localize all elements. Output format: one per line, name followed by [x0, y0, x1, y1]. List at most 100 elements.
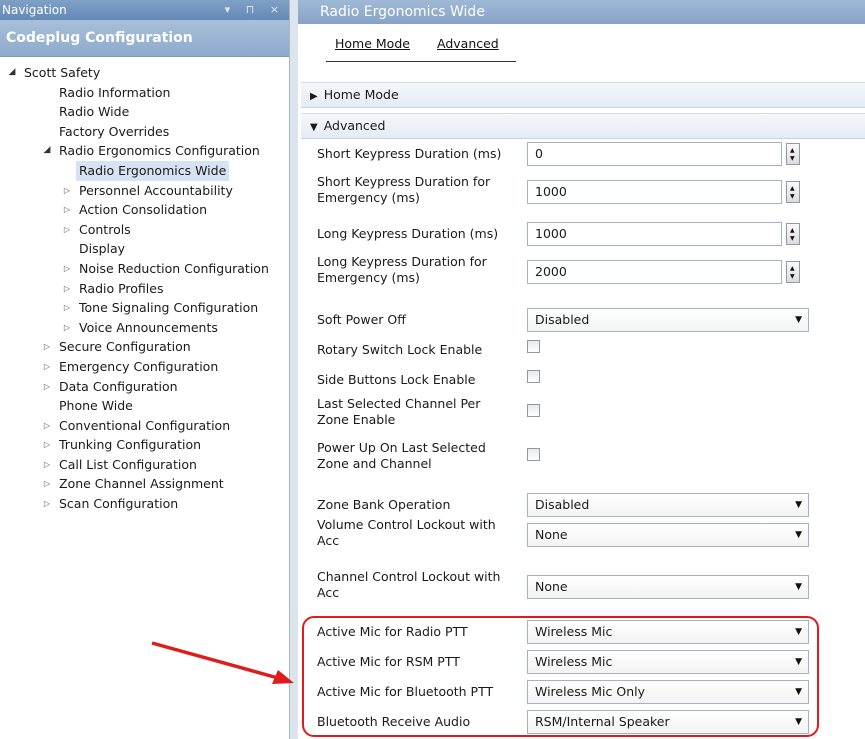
spin-down-icon[interactable]: ▼ — [790, 236, 795, 242]
tree-item-label: Scott Safety — [24, 65, 101, 80]
numeric-input[interactable]: 1000 — [527, 180, 782, 204]
dropdown-value: Disabled — [535, 497, 590, 512]
tree-item[interactable]: ◢ Radio Ergonomics Configuration — [0, 141, 289, 161]
navigation-panel: Navigation ▾ ⊓ × Codeplug Configuration … — [0, 0, 290, 739]
tab-advanced[interactable]: Advanced — [437, 36, 499, 51]
numeric-input[interactable]: 0 — [527, 142, 782, 166]
dropdown-arrow-icon[interactable]: ▼ — [795, 524, 802, 546]
collapsed-arrow-icon[interactable]: ▷ — [62, 220, 72, 240]
dropdown-arrow-icon[interactable]: ▼ — [795, 494, 802, 516]
navigation-tree: ◢ Scott Safety Radio Information Radio Wide… — [0, 57, 289, 514]
spin-button[interactable]: ▲ ▼ — [786, 143, 800, 165]
dropdown[interactable]: Disabled ▼ — [527, 493, 809, 517]
tree-item[interactable]: ▷ Personnel Accountability — [0, 181, 289, 201]
collapsed-arrow-icon[interactable]: ▷ — [42, 435, 52, 455]
navigation-titlebar: Navigation ▾ ⊓ × — [0, 0, 289, 20]
collapsed-arrow-icon[interactable]: ▷ — [62, 279, 72, 299]
spin-button[interactable]: ▲ ▼ — [786, 223, 800, 245]
collapsed-arrow-icon[interactable]: ▷ — [42, 494, 52, 514]
spin-button[interactable]: ▲ ▼ — [786, 181, 800, 203]
tree-item[interactable]: ▷ Zone Channel Assignment — [0, 474, 289, 494]
codeplug-header: Codeplug Configuration — [0, 20, 289, 57]
collapsed-arrow-icon[interactable]: ▷ — [42, 455, 52, 475]
field-label: Zone Bank Operation — [317, 497, 451, 512]
collapsed-arrow-icon[interactable]: ▷ — [42, 337, 52, 357]
checkbox[interactable] — [527, 370, 540, 383]
tree-item[interactable]: ▷ Voice Announcements — [0, 318, 289, 338]
spin-down-icon[interactable]: ▼ — [790, 156, 795, 162]
spin-up-icon[interactable]: ▲ — [790, 228, 795, 234]
tree-item[interactable]: ▷ Emergency Configuration — [0, 357, 289, 377]
tree-item[interactable]: Factory Overrides — [0, 122, 289, 142]
tree-item[interactable]: ▷ Noise Reduction Configuration — [0, 259, 289, 279]
tree-item[interactable]: ▷ Radio Profiles — [0, 279, 289, 299]
spin-up-icon[interactable]: ▲ — [790, 266, 795, 272]
field-label: Rotary Switch Lock Enable — [317, 342, 483, 357]
collapsed-arrow-icon[interactable]: ▷ — [62, 181, 72, 201]
checkbox[interactable] — [527, 404, 540, 417]
dropdown-arrow-icon[interactable]: ▼ — [795, 576, 802, 598]
dropdown[interactable]: Disabled ▼ — [527, 308, 809, 332]
collapsed-arrow-icon[interactable]: ▷ — [42, 357, 52, 377]
collapsed-arrow-icon[interactable]: ▷ — [42, 474, 52, 494]
tree-item[interactable]: ◢ Scott Safety — [0, 63, 289, 83]
tree-item[interactable]: ▷ Scan Configuration — [0, 494, 289, 514]
dropdown[interactable]: None ▼ — [527, 575, 809, 599]
collapsed-arrow-icon[interactable]: ▷ — [42, 416, 52, 436]
tree-item[interactable]: ▷ Call List Configuration — [0, 455, 289, 475]
spin-up-icon[interactable]: ▲ — [790, 148, 795, 154]
tree-item[interactable]: ▷ Trunking Configuration — [0, 435, 289, 455]
field-label: Long Keypress Duration for Emergency (ms… — [317, 254, 487, 285]
tree-item[interactable]: Radio Information — [0, 83, 289, 103]
tree-item[interactable]: ▷ Tone Signaling Configuration — [0, 298, 289, 318]
collapsed-arrow-icon[interactable]: ▷ — [62, 200, 72, 220]
field-label: Last Selected Channel Per Zone Enable — [317, 396, 481, 427]
collapsed-arrow-icon[interactable]: ▷ — [62, 259, 72, 279]
collapsed-arrow-icon[interactable]: ▷ — [62, 318, 72, 338]
tree-item[interactable]: ▷ Controls — [0, 220, 289, 240]
section-advanced[interactable]: ▼ Advanced — [301, 113, 865, 139]
navigation-title: Navigation — [2, 3, 67, 17]
numeric-input[interactable]: 1000 — [527, 222, 782, 246]
tree-item-label: Conventional Configuration — [59, 417, 231, 433]
panel-window-buttons[interactable]: ▾ ⊓ × — [225, 0, 285, 20]
spin-up-icon[interactable]: ▲ — [790, 186, 795, 192]
tree-item[interactable]: ▷ Secure Configuration — [0, 337, 289, 357]
tree-item[interactable]: Radio Wide — [0, 102, 289, 122]
dropdown-arrow-icon[interactable]: ▼ — [795, 309, 802, 331]
tree-item[interactable]: Phone Wide — [0, 396, 289, 416]
dropdown-value: Disabled — [535, 312, 590, 327]
spin-down-icon[interactable]: ▼ — [790, 274, 795, 280]
tree-item[interactable]: ▷ Conventional Configuration — [0, 416, 289, 436]
field-label: Power Up On Last Selected Zone and Chann… — [317, 440, 486, 471]
tree-item-label: Action Consolidation — [79, 202, 208, 218]
field-label: Volume Control Lockout with Acc — [317, 517, 496, 548]
spin-down-icon[interactable]: ▼ — [790, 194, 795, 200]
tree-item[interactable]: ▷ Data Configuration — [0, 377, 289, 397]
collapsed-arrow-icon[interactable]: ▷ — [62, 298, 72, 318]
tree-item-label: Zone Channel Assignment — [59, 476, 224, 492]
tree-item-label: Radio Ergonomics Configuration — [59, 143, 260, 159]
panel-splitter[interactable] — [290, 0, 298, 739]
spin-button[interactable]: ▲ ▼ — [786, 261, 800, 283]
tree-item-label: Scan Configuration — [59, 496, 179, 512]
tree-item[interactable]: ▷ Action Consolidation — [0, 200, 289, 220]
tree-item[interactable]: Radio Ergonomics Wide — [0, 160, 289, 181]
numeric-input[interactable]: 2000 — [527, 260, 782, 284]
tree-item-label: Call List Configuration — [59, 456, 197, 472]
tree-item[interactable]: Display — [0, 239, 289, 259]
dropdown[interactable]: None ▼ — [527, 523, 809, 547]
tree-item-label: Personnel Accountability — [79, 182, 233, 198]
pointer-arrow-icon — [151, 641, 294, 684]
tab-home-mode[interactable]: Home Mode — [335, 36, 410, 51]
tree-item-label: Data Configuration — [59, 378, 178, 394]
tree-item-label: Factory Overrides — [59, 123, 170, 139]
checkbox[interactable] — [527, 340, 540, 353]
collapsed-arrow-icon[interactable]: ▷ — [42, 377, 52, 397]
expanded-arrow-icon[interactable]: ◢ — [42, 141, 52, 161]
checkbox[interactable] — [527, 448, 540, 461]
expand-arrow-icon: ▶ — [310, 91, 318, 102]
tab-strip: Home Mode Advanced — [298, 24, 865, 68]
section-home-mode[interactable]: ▶ Home Mode — [301, 82, 865, 108]
expanded-arrow-icon[interactable]: ◢ — [7, 63, 17, 83]
